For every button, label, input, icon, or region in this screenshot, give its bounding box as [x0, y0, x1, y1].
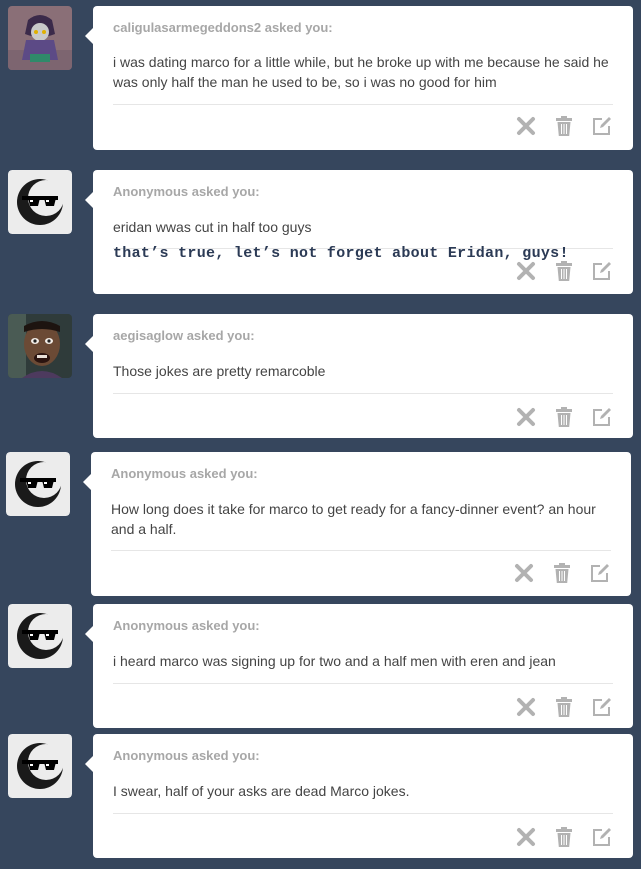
avatar-caligulasarmegeddons2[interactable] — [8, 6, 72, 70]
edit-icon[interactable] — [591, 115, 613, 137]
x-icon[interactable] — [513, 562, 535, 584]
x-icon[interactable] — [515, 406, 537, 428]
question-text: How long does it take for marco to get r… — [111, 501, 596, 537]
anonymous-avatar — [8, 170, 72, 234]
asker-name: Anonymous asked you: — [113, 748, 260, 763]
trash-icon[interactable] — [553, 696, 575, 718]
trash-icon[interactable] — [553, 406, 575, 428]
trash-icon[interactable] — [553, 260, 575, 282]
edit-icon[interactable] — [591, 826, 613, 848]
divider — [113, 393, 613, 394]
avatar-aegisaglow[interactable] — [8, 314, 72, 378]
edit-icon[interactable] — [591, 260, 613, 282]
asker-name: aegisaglow asked you: — [113, 328, 255, 343]
question-text: i was dating marco for a little while, b… — [113, 54, 609, 90]
ask-actions — [515, 696, 613, 718]
anonymous-avatar — [8, 734, 72, 798]
question-text: Those jokes are pretty remarcoble — [113, 363, 326, 379]
ask-actions — [515, 260, 613, 282]
x-icon[interactable] — [515, 260, 537, 282]
ask-actions — [515, 115, 613, 137]
ask-card: Anonymous asked you: How long does it ta… — [83, 452, 631, 596]
ask-card: Anonymous asked you: I swear, half of yo… — [85, 734, 633, 858]
divider — [113, 813, 613, 814]
trash-icon[interactable] — [553, 826, 575, 848]
trash-icon[interactable] — [551, 562, 573, 584]
edit-icon[interactable] — [591, 406, 613, 428]
question-text: i heard marco was signing up for two and… — [113, 653, 556, 669]
answer-text: that’s true, let’s not forget about Erid… — [113, 245, 569, 262]
ask-actions — [515, 406, 613, 428]
edit-icon[interactable] — [589, 562, 611, 584]
x-icon[interactable] — [515, 696, 537, 718]
anonymous-avatar — [8, 604, 72, 668]
x-icon[interactable] — [515, 115, 537, 137]
asker-name: caligulasarmegeddons2 asked you: — [113, 20, 333, 35]
ask-card: aegisaglow asked you: Those jokes are pr… — [85, 314, 633, 438]
trash-icon[interactable] — [553, 115, 575, 137]
ask-card: Anonymous asked you: eridan wwas cut in … — [85, 170, 633, 294]
ask-actions — [515, 826, 613, 848]
ask-card: Anonymous asked you: i heard marco was s… — [85, 604, 633, 728]
ask-actions — [513, 562, 611, 584]
ask-card: caligulasarmegeddons2 asked you: i was d… — [85, 6, 633, 150]
x-icon[interactable] — [515, 826, 537, 848]
edit-icon[interactable] — [591, 696, 613, 718]
question-text: eridan wwas cut in half too guys — [113, 219, 312, 235]
divider — [111, 550, 611, 551]
asker-name: Anonymous asked you: — [111, 466, 258, 481]
asker-name: Anonymous asked you: — [113, 184, 260, 199]
divider — [113, 683, 613, 684]
asker-name: Anonymous asked you: — [113, 618, 260, 633]
anonymous-avatar — [6, 452, 70, 516]
divider — [113, 104, 613, 105]
question-text: I swear, half of your asks are dead Marc… — [113, 783, 410, 799]
